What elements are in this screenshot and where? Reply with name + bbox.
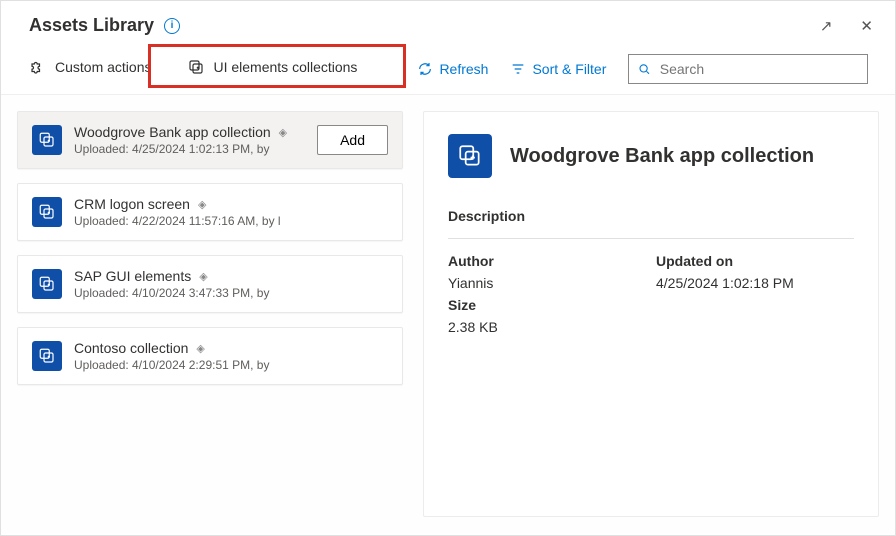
- list-item[interactable]: Woodgrove Bank app collection ◈ Uploaded…: [17, 111, 403, 169]
- tab-ui-elements-label: UI elements collections: [213, 59, 357, 75]
- premium-icon: ◈: [279, 126, 287, 139]
- collection-name: Woodgrove Bank app collection: [74, 124, 271, 140]
- detail-title: Woodgrove Bank app collection: [510, 145, 814, 168]
- collection-icon: [32, 341, 62, 371]
- author-value: Yiannis: [448, 275, 646, 291]
- search-icon: [637, 61, 651, 77]
- collection-icon: [32, 269, 62, 299]
- collection-icon: [448, 134, 492, 178]
- size-label: Size: [448, 297, 646, 313]
- list-item[interactable]: CRM logon screen ◈ Uploaded: 4/22/2024 1…: [17, 183, 403, 241]
- search-input[interactable]: [660, 61, 860, 77]
- tab-custom-actions-label: Custom actions: [55, 59, 151, 75]
- collection-name: CRM logon screen: [74, 196, 190, 212]
- sort-filter-button[interactable]: Sort & Filter: [510, 61, 606, 77]
- collection-meta: Uploaded: 4/25/2024 1:02:13 PM, by: [74, 142, 305, 156]
- puzzle-icon: [29, 58, 47, 76]
- author-label: Author: [448, 253, 646, 269]
- premium-icon: ◈: [199, 270, 207, 283]
- collection-meta: Uploaded: 4/22/2024 11:57:16 AM, by l: [74, 214, 388, 228]
- info-icon[interactable]: i: [164, 18, 180, 34]
- collections-list: Woodgrove Bank app collection ◈ Uploaded…: [17, 111, 403, 517]
- list-item[interactable]: SAP GUI elements ◈ Uploaded: 4/10/2024 3…: [17, 255, 403, 313]
- search-input-wrap[interactable]: [628, 54, 868, 84]
- premium-icon: ◈: [198, 198, 206, 211]
- add-button[interactable]: Add: [317, 125, 388, 155]
- updated-label: Updated on: [656, 253, 854, 269]
- close-icon[interactable]: ✕: [860, 17, 873, 35]
- expand-icon[interactable]: ↗: [820, 17, 833, 35]
- detail-panel: Woodgrove Bank app collection Descriptio…: [423, 111, 879, 517]
- collection-name: Contoso collection: [74, 340, 188, 356]
- refresh-button[interactable]: Refresh: [417, 61, 488, 77]
- tab-custom-actions[interactable]: Custom actions: [15, 52, 165, 86]
- size-value: 2.38 KB: [448, 319, 646, 335]
- list-item[interactable]: Contoso collection ◈ Uploaded: 4/10/2024…: [17, 327, 403, 385]
- collection-meta: Uploaded: 4/10/2024 3:47:33 PM, by: [74, 286, 388, 300]
- collection-icon: [32, 125, 62, 155]
- collection-stack-icon: [187, 58, 205, 76]
- sort-filter-label: Sort & Filter: [532, 61, 606, 77]
- tab-ui-elements[interactable]: UI elements collections: [173, 52, 371, 86]
- collection-name: SAP GUI elements: [74, 268, 191, 284]
- refresh-label: Refresh: [439, 61, 488, 77]
- collection-meta: Uploaded: 4/10/2024 2:29:51 PM, by: [74, 358, 388, 372]
- updated-value: 4/25/2024 1:02:18 PM: [656, 275, 854, 291]
- description-label: Description: [448, 208, 854, 239]
- premium-icon: ◈: [196, 342, 204, 355]
- page-title: Assets Library: [29, 15, 154, 36]
- collection-icon: [32, 197, 62, 227]
